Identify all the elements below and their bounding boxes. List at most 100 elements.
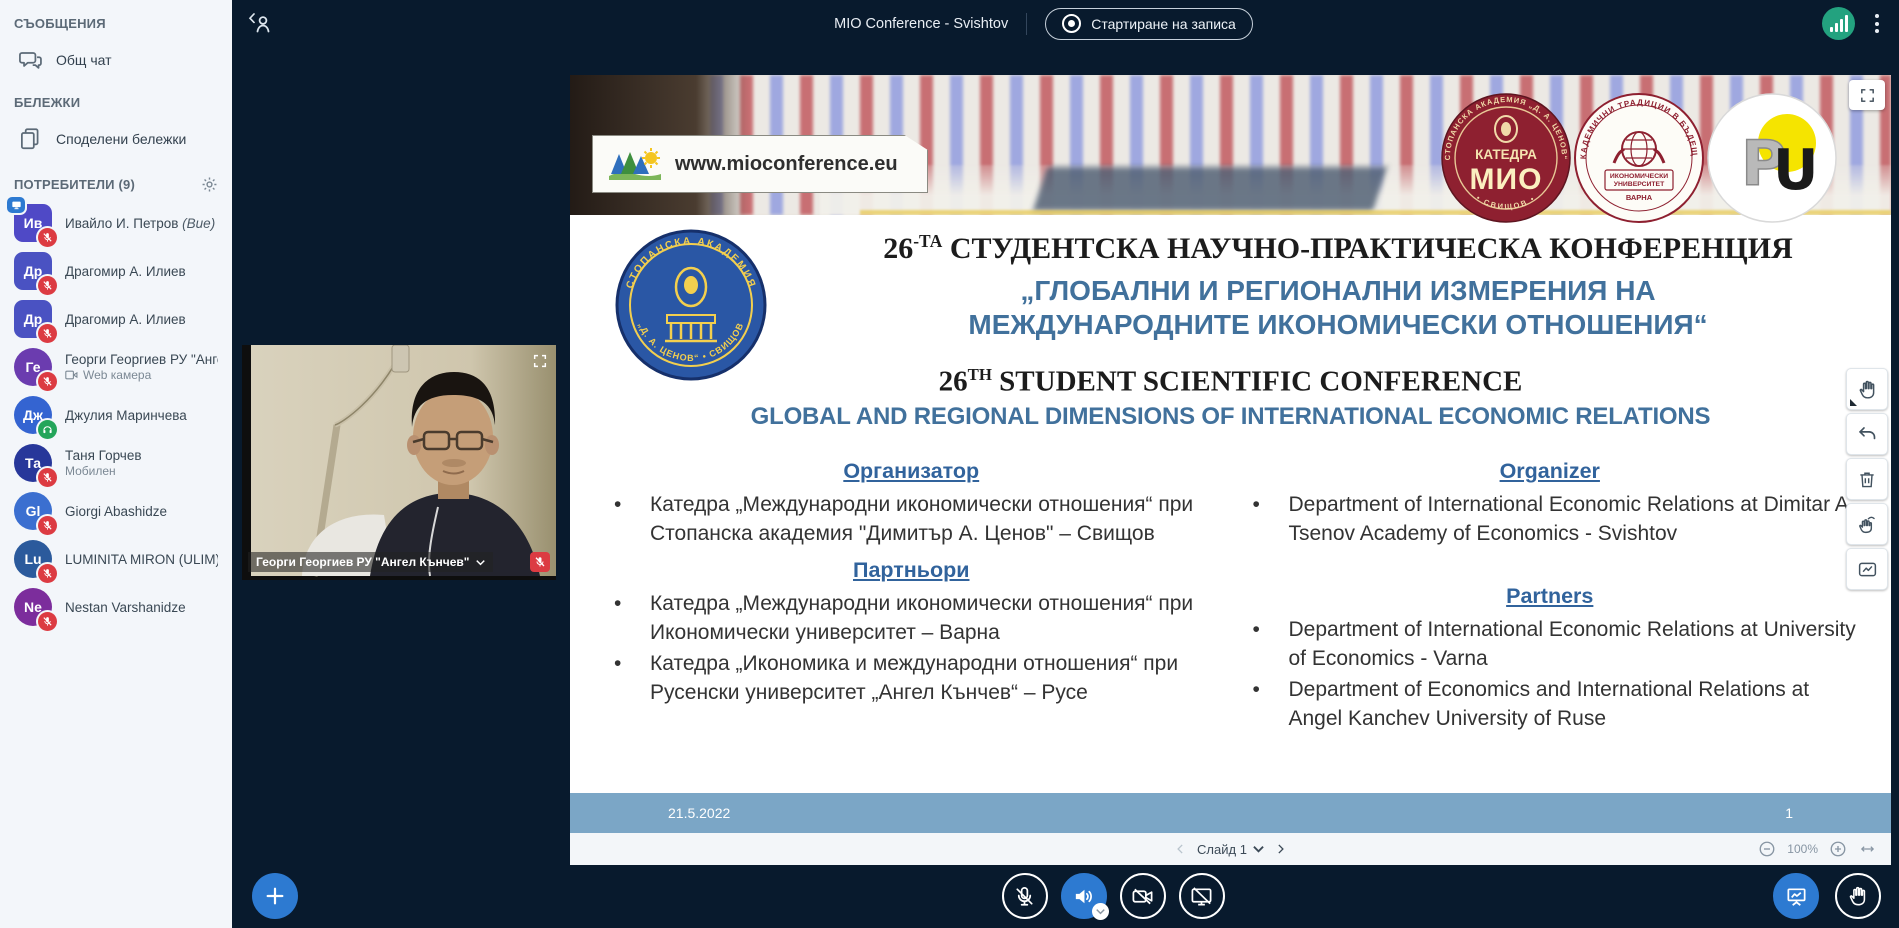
presentation-fullscreen-button[interactable] <box>1849 80 1885 110</box>
sidebar-item-public-chat[interactable]: Общ чат <box>14 39 218 81</box>
user-name: Таня Горчев <box>65 448 142 463</box>
varna-university-logo: С АКАДЕМИЧНИ ТРАДИЦИИ В БЪДЕЩЕТО ИКОНОМИ… <box>1574 93 1704 223</box>
previous-slide-button[interactable] <box>1174 842 1188 856</box>
ruse-university-logo: Р U <box>1707 93 1837 223</box>
avatar-initials: Та <box>25 455 41 471</box>
zoom-in-button[interactable] <box>1829 840 1847 858</box>
slide-date: 21.5.2022 <box>668 805 730 821</box>
slide-subtitle-en: GLOBAL AND REGIONAL DIMENSIONS OF INTERN… <box>592 403 1869 431</box>
main-area: MIO Conference - Svishtov Стартиране на … <box>232 0 1899 928</box>
zoom-level-value: 100% <box>1787 842 1818 856</box>
webcam-muted-badge-icon <box>530 552 550 572</box>
sidebar-panel: СЪОБЩЕНИЯ Общ чат БЕЛЕЖКИ Споделени беле… <box>0 0 232 928</box>
muted-badge-icon <box>38 372 57 391</box>
user-name: Драгомир А. Илиев <box>65 264 186 279</box>
shared-notes-icon <box>16 125 44 153</box>
organizer-column-bg: Организатор •Катедра „Международни иконо… <box>592 451 1231 735</box>
plus-icon <box>264 885 286 907</box>
connection-status-icon[interactable] <box>1822 7 1855 40</box>
share-screen-button[interactable] <box>1179 873 1225 919</box>
partner-item-en: •Department of Economics and Internation… <box>1241 675 1860 735</box>
sidebar-item-shared-notes[interactable]: Споделени бележки <box>14 118 218 160</box>
avatar: Ne <box>14 588 52 626</box>
next-slide-button[interactable] <box>1273 842 1287 856</box>
user-name: Драгомир А. Илиев <box>65 312 186 327</box>
topbar-divider <box>1026 13 1027 35</box>
microphone-muted-icon <box>1013 885 1036 908</box>
whiteboard-toolbar <box>1846 368 1888 590</box>
raise-hand-icon <box>1847 885 1869 907</box>
avatar-initials: Ив <box>24 215 43 231</box>
webcam-icon <box>65 370 78 380</box>
top-bar: MIO Conference - Svishtov Стартиране на … <box>232 0 1899 47</box>
site-url-text: www.mioconference.eu <box>675 153 898 176</box>
organizer-heading-bg: Организатор <box>602 459 1221 484</box>
share-webcam-button[interactable] <box>1120 873 1166 919</box>
chevron-down-icon <box>1253 845 1264 853</box>
webcam-off-icon <box>1131 885 1154 908</box>
chevron-down-icon <box>476 559 485 566</box>
zoom-out-button[interactable] <box>1758 840 1776 858</box>
public-chat-label: Общ чат <box>56 52 112 68</box>
user-list-item[interactable]: Lu LUMINITA MIRON (ULIM) <box>14 535 218 583</box>
muted-badge-icon <box>38 228 57 247</box>
muted-badge-icon <box>38 564 57 583</box>
user-list-item[interactable]: Gl Giorgi Abashidze <box>14 487 218 535</box>
palm-rejection-button[interactable] <box>1846 548 1888 590</box>
user-list-item[interactable]: Др Драгомир А. Илиев <box>14 295 218 343</box>
avatar-initials: Дж <box>23 407 43 423</box>
actions-plus-button[interactable] <box>252 873 298 919</box>
options-menu-button[interactable] <box>1871 10 1883 37</box>
user-list-item[interactable]: Ne Nestan Varshanidze <box>14 583 218 631</box>
user-name: Nestan Varshanidze <box>65 600 186 615</box>
webcam-name-dropdown[interactable]: Георги Георгиев РУ "Ангел Кънчев" <box>248 552 493 572</box>
organizer-column-en: Organizer •Department of International E… <box>1231 451 1870 735</box>
mio-site-label: www.mioconference.eu <box>592 135 928 193</box>
muted-badge-icon <box>38 516 57 535</box>
avatar-initials: Lu <box>24 551 41 567</box>
user-list-item[interactable]: Ге Георги Георгиев РУ "Ангел Кънч... Web… <box>14 343 218 391</box>
minimize-presentation-button[interactable] <box>1773 873 1819 919</box>
audio-options-chevron[interactable] <box>1092 903 1109 920</box>
webcam-video-tile[interactable]: Георги Георгиев РУ "Ангел Кънчев" <box>242 345 556 580</box>
multi-user-whiteboard-button[interactable] <box>1846 503 1888 545</box>
avatar-initials: Gl <box>26 503 41 519</box>
listen-only-badge-icon <box>38 420 57 439</box>
avatar: Gl <box>14 492 52 530</box>
undo-button[interactable] <box>1846 413 1888 455</box>
action-bar <box>232 864 1899 928</box>
unmute-microphone-button[interactable] <box>1002 873 1048 919</box>
screenshare-badge-icon <box>7 197 25 213</box>
svg-text:ИКОНОМИЧЕСКИ: ИКОНОМИЧЕСКИ <box>1610 173 1668 180</box>
start-recording-button[interactable]: Стартиране на записа <box>1045 8 1253 40</box>
organizer-item-en: •Department of International Economic Re… <box>1241 490 1860 550</box>
chat-icon <box>16 46 44 74</box>
user-list-item[interactable]: Дж Джулия Маринчева <box>14 391 218 439</box>
muted-badge-icon <box>38 612 57 631</box>
muted-badge-icon <box>38 468 57 487</box>
clear-annotations-button[interactable] <box>1846 458 1888 500</box>
user-list-item[interactable]: Др Драгомир А. Илиев <box>14 247 218 295</box>
partner-item-bg: •Катедра „Международни икономически отно… <box>602 589 1221 649</box>
user-name: LUMINITA MIRON (ULIM) <box>65 552 218 567</box>
user-list-item[interactable]: Ив Ивайло И. Петров (Вие) <box>14 199 218 247</box>
slide-number-dropdown[interactable]: Слайд 1 <box>1197 842 1264 857</box>
fit-width-button[interactable] <box>1858 841 1877 857</box>
avatar: Ив <box>14 204 52 242</box>
svg-text:U: U <box>1773 138 1818 203</box>
muted-badge-icon <box>38 276 57 295</box>
user-list-item[interactable]: Та Таня Горчев Мобилен <box>14 439 218 487</box>
avatar: Др <box>14 252 52 290</box>
slide-footer-bar: 21.5.2022 1 <box>570 793 1891 833</box>
user-name: Ивайло И. Петров (Вие) <box>65 216 215 231</box>
partner-item-bg: •Катедра „Икономика и международни отнош… <box>602 649 1221 709</box>
raise-hand-button[interactable] <box>1835 873 1881 919</box>
collapse-userlist-button[interactable] <box>248 12 274 36</box>
partners-heading-bg: Партньори <box>602 558 1221 583</box>
avatar-initials: Др <box>24 311 43 327</box>
leave-audio-button[interactable] <box>1061 873 1107 919</box>
webcam-fullscreen-icon[interactable] <box>532 353 548 369</box>
user-name: Георги Георгиев РУ "Ангел Кънч... <box>65 352 218 367</box>
hand-tool-button[interactable] <box>1846 368 1888 410</box>
users-settings-gear-icon[interactable] <box>201 176 218 193</box>
